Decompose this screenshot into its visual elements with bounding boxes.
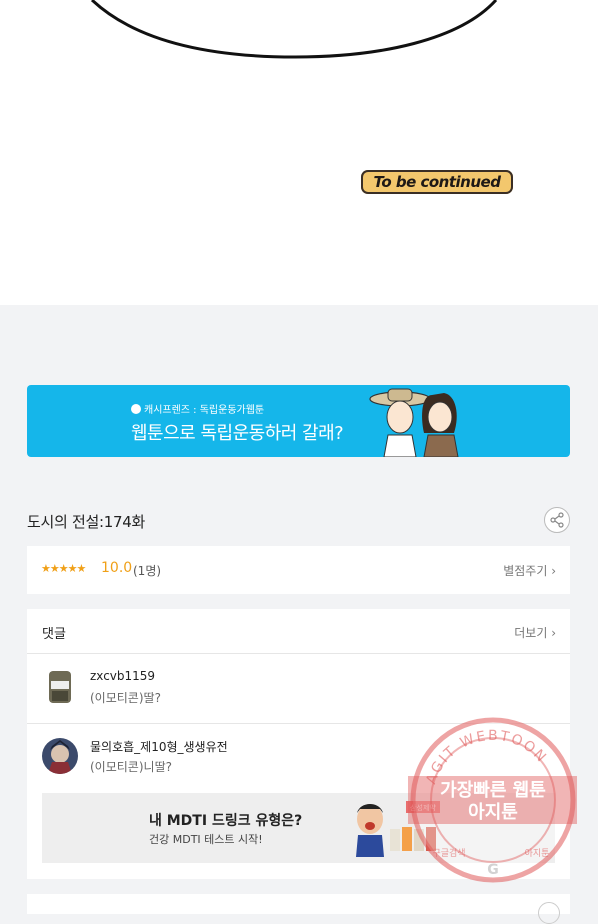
- rate-button[interactable]: 별점주기 ›: [503, 562, 556, 579]
- ad-title: 내 MDTI 드링크 유형은?: [149, 813, 303, 829]
- avatar: [42, 669, 78, 705]
- more-circle-icon: [538, 902, 560, 924]
- comment-user: zxcvb1159: [90, 669, 156, 683]
- share-button[interactable]: [544, 507, 570, 533]
- rating-score: 10.0: [101, 560, 133, 576]
- next-card: [27, 894, 570, 924]
- comments-label: 댓글: [42, 627, 66, 642]
- episode-title-row: 도시의 전설:174화: [27, 505, 570, 535]
- ad-subtitle: 건강 MDTI 테스트 시작!: [149, 833, 263, 846]
- ad-illustration: 삼성제약: [356, 801, 440, 857]
- to-be-continued-sticker: To be continued: [361, 170, 513, 194]
- ad-tag: 삼성제약: [410, 803, 436, 812]
- comments-card: 댓글 더보기 › zxcvb1159 (이모티콘)딸? 물의호흡_제10형_생생…: [27, 609, 570, 879]
- rating-stars: ★★★★★: [41, 562, 86, 575]
- comments-more-link[interactable]: 더보기 ›: [514, 624, 556, 641]
- speech-bubble-edge: [90, 0, 498, 59]
- brand-logo-icon: [131, 404, 141, 414]
- ad-banner[interactable]: 내 MDTI 드링크 유형은? 건강 MDTI 테스트 시작! 삼성제약: [42, 793, 555, 863]
- comments-header: 댓글 더보기 ›: [27, 609, 570, 654]
- comment-text: (이모티콘)니딸?: [90, 760, 172, 774]
- promo-banner[interactable]: 캐시프렌즈 : 독립운동가웹툰 웹툰으로 독립운동하러 갈래?: [27, 385, 570, 457]
- rating-card: ★★★★★ 10.0 (1명) 별점주기 ›: [27, 546, 570, 594]
- comment-item[interactable]: 물의호흡_제10형_생생유전 (이모티콘)니딸?: [27, 724, 570, 792]
- banner-brand: 캐시프렌즈 : 독립운동가웹툰: [131, 401, 264, 416]
- comment-user: 물의호흡_제10형_생생유전: [90, 740, 228, 754]
- share-icon: [550, 512, 564, 528]
- avatar: [42, 738, 78, 774]
- banner-brand-text: 캐시프렌즈 : 독립운동가웹툰: [144, 405, 265, 416]
- banner-headline: 웹툰으로 독립운동하러 갈래?: [131, 423, 344, 444]
- comment-item[interactable]: zxcvb1159 (이모티콘)딸?: [27, 655, 570, 723]
- rating-count: (1명): [133, 564, 162, 578]
- comment-text: (이모티콘)딸?: [90, 691, 161, 705]
- banner-characters-illustration: [369, 388, 459, 457]
- comic-panel: To be continued: [0, 0, 598, 305]
- episode-title: 도시의 전설:174화: [27, 513, 145, 531]
